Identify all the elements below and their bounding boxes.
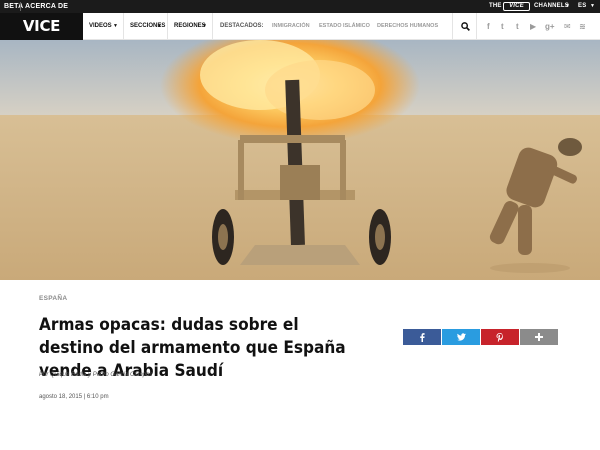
nav-item-label: REGIONES [174, 23, 206, 29]
email-icon[interactable]: ✉ [564, 22, 571, 31]
topbar-divider [20, 2, 21, 11]
pinterest-icon [496, 333, 503, 342]
plus-icon [535, 333, 543, 341]
tumblr-icon[interactable]: t [516, 22, 519, 31]
twitter-icon [457, 333, 466, 341]
about-link[interactable]: ACERCA DE [25, 3, 68, 10]
youtube-icon[interactable]: ▶ [530, 22, 536, 31]
chevron-down-icon: ▼ [113, 23, 118, 29]
chevron-down-icon: ▼ [202, 23, 207, 29]
chevron-down-icon[interactable]: ▼ [565, 3, 570, 9]
featured-label: DESTACADOS: [220, 23, 264, 29]
topic-link-derechos-humanos[interactable]: DERECHOS HUMANOS [377, 13, 438, 40]
topic-link-estado-islamico[interactable]: ESTADO ISLÁMICO [319, 13, 370, 40]
twitter-icon[interactable]: t [501, 22, 504, 31]
hero-illustration [0, 40, 600, 280]
article-byline: Por Quique Badia y Pedro García Campos [39, 372, 153, 378]
google-plus-icon[interactable]: g+ [545, 22, 555, 31]
nav-item-secciones[interactable]: SECCIONES ▼ [124, 13, 168, 40]
main-navigation: VICE NEWS VIDEOS ▼ SECCIONES ▼ REGIONES … [0, 13, 600, 62]
channels-menu[interactable]: CHANNELS [534, 3, 569, 9]
more-share-button[interactable] [520, 329, 558, 345]
the-label: THE [489, 3, 502, 9]
chevron-down-icon[interactable]: ▼ [590, 3, 595, 9]
top-utility-bar: BETA ACERCA DE THE VICE CHANNELS ▼ ES ▼ [0, 0, 600, 13]
search-button[interactable] [452, 13, 477, 40]
nav-item-label: VIDEOS [89, 23, 112, 29]
site-logo[interactable]: VICE NEWS [0, 13, 83, 62]
vice-logo-icon[interactable]: VICE [503, 2, 530, 11]
facebook-share-button[interactable] [403, 329, 441, 345]
hero-image [0, 40, 600, 280]
article-date: agosto 18, 2015 | 6:10 pm [39, 394, 109, 400]
search-icon [461, 22, 470, 31]
twitter-share-button[interactable] [442, 329, 480, 345]
rss-icon[interactable]: ≋ [579, 22, 586, 31]
pinterest-share-button[interactable] [481, 329, 519, 345]
facebook-icon [420, 333, 425, 342]
nav-item-videos[interactable]: VIDEOS ▼ [83, 13, 124, 40]
chevron-down-icon: ▼ [157, 23, 162, 29]
nav-item-regiones[interactable]: REGIONES ▼ [168, 13, 213, 40]
article-section-label[interactable]: ESPAÑA [39, 295, 67, 302]
language-selector[interactable]: ES [578, 3, 586, 9]
facebook-icon[interactable]: f [487, 22, 490, 31]
topic-link-inmigracion[interactable]: INMIGRACIÓN [272, 13, 310, 40]
